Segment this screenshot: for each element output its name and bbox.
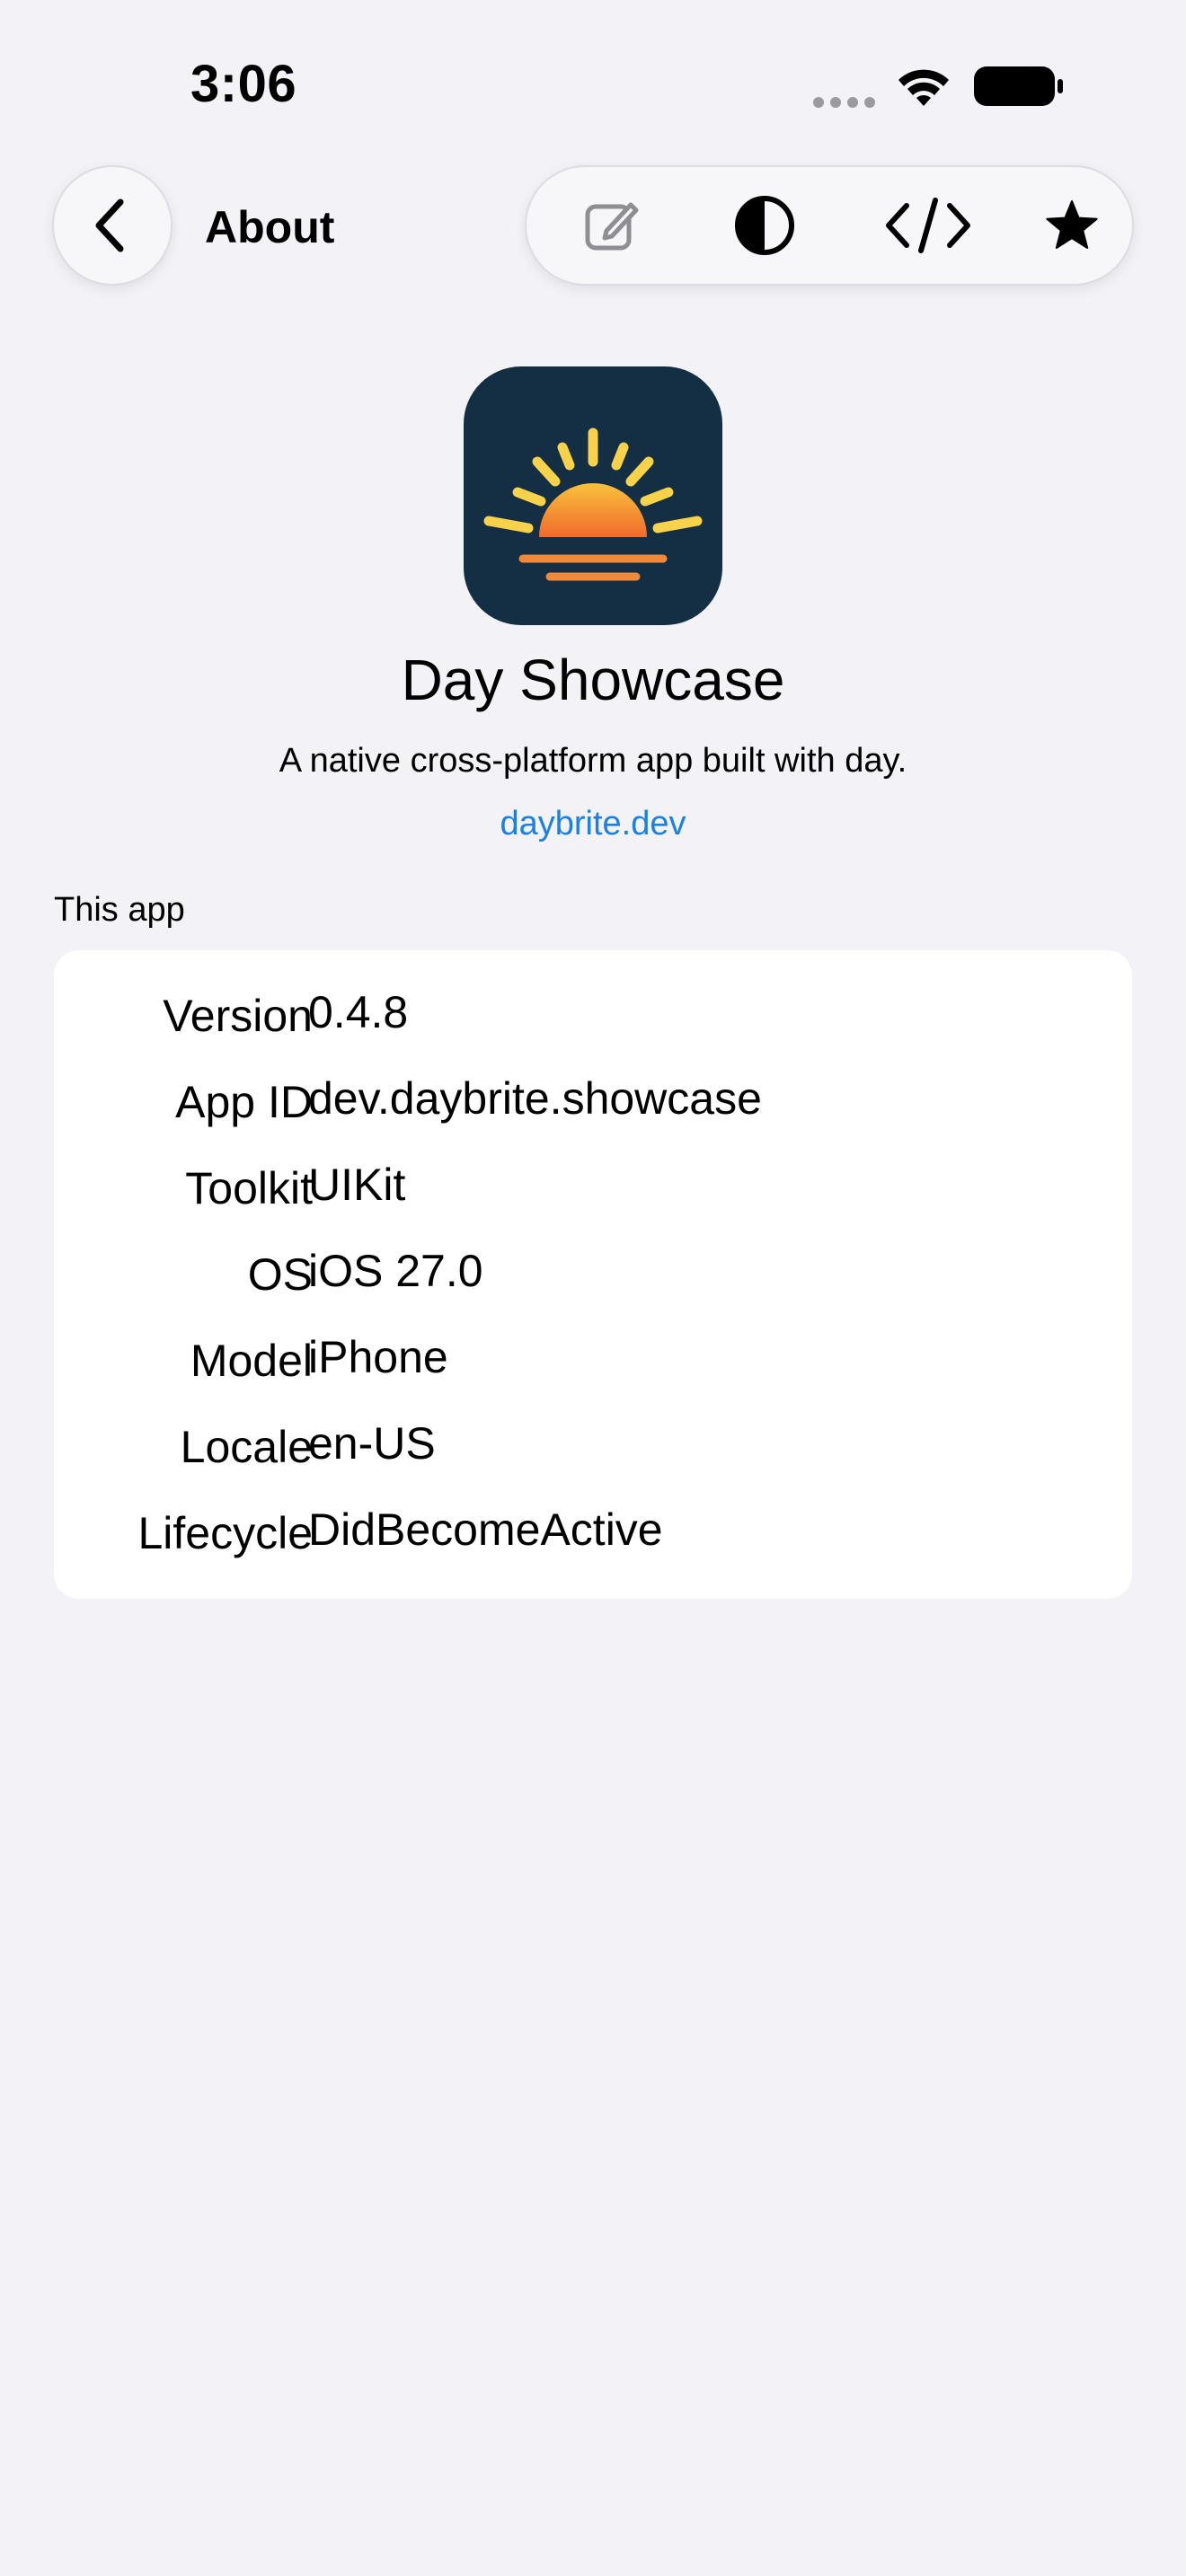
info-value: UIKit: [308, 1160, 406, 1210]
info-row-locale: Locale en-US: [54, 1418, 1132, 1507]
battery-icon: [974, 66, 1063, 106]
info-card: Version 0.4.8 App ID dev.daybrite.showca…: [54, 950, 1132, 1599]
edit-button[interactable]: [558, 167, 666, 284]
info-row-version: Version 0.4.8: [54, 987, 1132, 1076]
info-value: iOS 27.0: [308, 1246, 483, 1296]
info-label: Toolkit: [185, 1163, 313, 1213]
info-row-os: OS iOS 27.0: [54, 1246, 1132, 1335]
favorite-button[interactable]: [1018, 167, 1126, 284]
back-button[interactable]: [52, 165, 173, 286]
code-icon: [886, 198, 970, 253]
star-icon: [1046, 200, 1098, 249]
contrast-icon: [735, 196, 794, 255]
toolbar: [525, 165, 1134, 286]
status-time: 3:06: [190, 55, 297, 113]
info-value: 0.4.8: [308, 987, 409, 1037]
info-value: dev.daybrite.showcase: [308, 1073, 762, 1124]
info-row-model: Model iPhone: [54, 1332, 1132, 1421]
chevron-left-icon: [95, 198, 124, 252]
info-label: App ID: [175, 1077, 313, 1127]
info-label: OS: [247, 1249, 313, 1300]
wifi-icon: [898, 69, 949, 106]
info-value: en-US: [308, 1418, 436, 1469]
info-value: iPhone: [308, 1332, 448, 1382]
info-label: Locale: [180, 1422, 313, 1472]
signal-dots-icon: [813, 97, 875, 108]
info-label: Model: [190, 1336, 313, 1386]
info-row-app-id: App ID dev.daybrite.showcase: [54, 1073, 1132, 1162]
compose-icon: [585, 202, 639, 251]
info-label: Lifecycle: [137, 1508, 313, 1558]
info-row-lifecycle: Lifecycle DidBecomeActive: [54, 1504, 1132, 1593]
sunrise-logo: [483, 428, 703, 581]
appearance-button[interactable]: [711, 167, 819, 284]
website-link[interactable]: daybrite.dev: [500, 805, 686, 842]
status-bar: 3:06: [0, 0, 1186, 171]
app-description: A native cross-platform app built with d…: [279, 742, 907, 780]
page-title: About: [205, 202, 335, 252]
app-name: Day Showcase: [401, 648, 785, 712]
source-button[interactable]: [874, 167, 982, 284]
app-icon: [464, 366, 722, 625]
section-header: This app: [54, 891, 185, 929]
info-value: DidBecomeActive: [308, 1504, 663, 1555]
info-row-toolkit: Toolkit UIKit: [54, 1160, 1132, 1248]
info-label: Version: [163, 991, 313, 1041]
